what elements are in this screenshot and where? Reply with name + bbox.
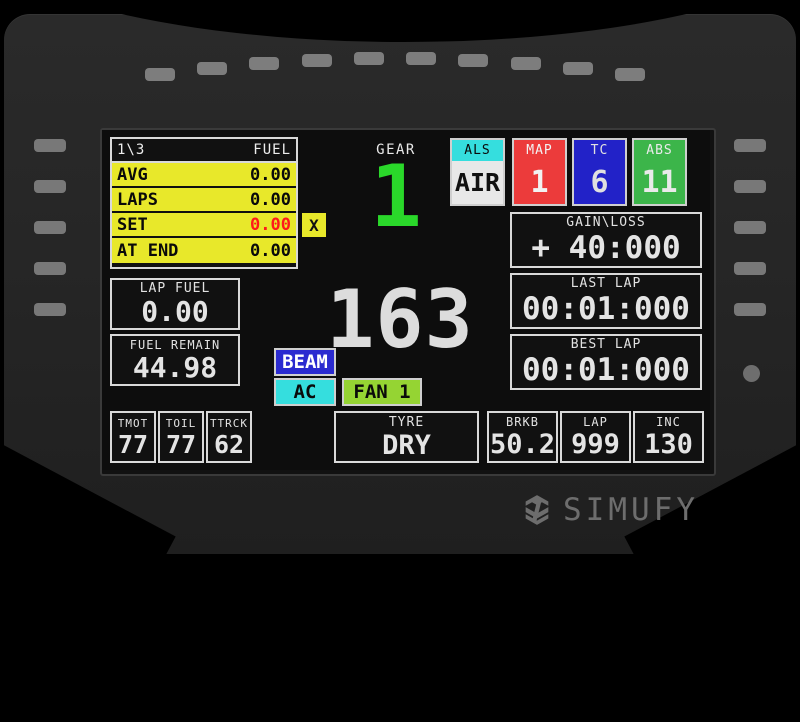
fuel-row-value: 0.00 <box>250 214 291 235</box>
timing-panel-value: + 40:000 <box>531 230 681 266</box>
right-button-1[interactable] <box>734 139 766 152</box>
bottom-panel-value: 50.2 <box>489 429 556 460</box>
dash-screen: 1\3 FUEL AVG 0.00 LAPS 0.00 SET 0.00 AT END 0.0… <box>102 130 710 470</box>
timing-panel-label: GAIN\LOSS <box>566 215 646 230</box>
brand-name: SIMUFY <box>563 492 699 528</box>
mode-box-tc[interactable]: TC 6 <box>572 138 627 206</box>
left-button-2[interactable] <box>34 180 66 193</box>
simufy-mark-icon <box>525 495 549 525</box>
fuel-x-marker[interactable]: X <box>302 213 326 237</box>
temp-panel-tmot[interactable]: TMOT 77 <box>110 411 156 463</box>
fuel-remain-panel[interactable]: FUEL REMAIN 44.98 <box>110 334 240 386</box>
fuel-row[interactable]: AT END 0.00 <box>112 238 296 263</box>
mode-box-label: MAP <box>514 140 565 161</box>
mode-box-value: 1 <box>514 161 565 204</box>
fuel-panel-header: 1\3 FUEL <box>112 139 296 163</box>
tyre-value: DRY <box>382 429 431 461</box>
timing-panel-1[interactable]: LAST LAP 00:01:000 <box>510 273 702 329</box>
bottom-panel-value: 999 <box>571 429 620 460</box>
temp-panel-label: TMOT <box>117 416 149 430</box>
temp-panel-ttrck[interactable]: TTRCK 62 <box>206 411 252 463</box>
brand-logo: SIMUFY <box>520 492 699 528</box>
fuel-row[interactable]: AVG 0.00 <box>112 163 296 188</box>
fuel-page-indicator: 1\3 <box>117 142 146 158</box>
fuel-row-value: 0.00 <box>250 164 291 185</box>
left-button-5[interactable] <box>34 303 66 316</box>
bottom-panel-lap[interactable]: LAP 999 <box>560 411 631 463</box>
tyre-label: TYRE <box>388 414 425 430</box>
fuel-row-label: LAPS <box>117 189 158 210</box>
mode-box-map[interactable]: MAP 1 <box>512 138 567 206</box>
fuel-row-value: 0.00 <box>250 189 291 210</box>
mode-box-label: ALS <box>452 140 503 161</box>
fuel-row-label: AT END <box>117 240 179 261</box>
ac-toggle[interactable]: AC <box>274 378 336 406</box>
bottom-panel-label: INC <box>656 415 681 429</box>
bottom-panel-label: BRKB <box>506 415 539 429</box>
timing-panel-label: LAST LAP <box>570 276 642 291</box>
right-button-2[interactable] <box>734 180 766 193</box>
fuel-row-value: 0.00 <box>250 240 291 261</box>
timing-panel-label: BEST LAP <box>570 337 642 352</box>
fuel-remain-label: FUEL REMAIN <box>129 337 221 352</box>
fuel-row-label: SET <box>117 214 148 235</box>
left-button-4[interactable] <box>34 262 66 275</box>
right-button-4[interactable] <box>734 262 766 275</box>
lap-fuel-panel[interactable]: LAP FUEL 0.00 <box>110 278 240 330</box>
lap-fuel-label: LAP FUEL <box>139 281 211 296</box>
fuel-row[interactable]: LAPS 0.00 <box>112 188 296 213</box>
left-button-1[interactable] <box>34 139 66 152</box>
temp-panel-value: 62 <box>213 429 245 459</box>
left-button-3[interactable] <box>34 221 66 234</box>
lap-fuel-value: 0.00 <box>141 295 209 328</box>
temp-panel-label: TTRCK <box>209 416 249 430</box>
mode-box-label: ABS <box>634 140 685 161</box>
rotary-knob[interactable] <box>743 365 760 382</box>
fuel-panel-title: FUEL <box>253 142 291 158</box>
tyre-panel[interactable]: TYRE DRY <box>334 411 479 463</box>
gear-value: 1 <box>370 147 422 247</box>
beam-toggle[interactable]: BEAM <box>274 348 336 376</box>
right-button-3[interactable] <box>734 221 766 234</box>
fuel-row-label: AVG <box>117 164 148 185</box>
temp-panel-toil[interactable]: TOIL 77 <box>158 411 204 463</box>
timing-panel-value: 00:01:000 <box>522 291 690 327</box>
mode-box-value: 11 <box>634 161 685 204</box>
temp-panel-value: 77 <box>165 429 197 459</box>
temp-panel-value: 77 <box>117 429 149 459</box>
fuel-row[interactable]: SET 0.00 <box>112 213 296 238</box>
chassis-top-bevel <box>0 0 800 42</box>
temp-panel-label: TOIL <box>165 416 197 430</box>
mode-box-value: AIR <box>452 161 503 204</box>
timing-panel-value: 00:01:000 <box>522 352 690 388</box>
bottom-panel-inc[interactable]: INC 130 <box>633 411 704 463</box>
fuel-panel[interactable]: 1\3 FUEL AVG 0.00 LAPS 0.00 SET 0.00 AT END 0.0… <box>110 137 298 269</box>
fan-toggle[interactable]: FAN 1 <box>342 378 422 406</box>
right-button-5[interactable] <box>734 303 766 316</box>
bottom-panel-label: LAP <box>583 415 608 429</box>
mode-box-als[interactable]: ALS AIR <box>450 138 505 206</box>
mode-box-abs[interactable]: ABS 11 <box>632 138 687 206</box>
fuel-row-list: AVG 0.00 LAPS 0.00 SET 0.00 AT END 0.00 <box>112 163 296 263</box>
bottom-panel-brkb[interactable]: BRKB 50.2 <box>487 411 558 463</box>
mode-box-label: TC <box>574 140 625 161</box>
fuel-remain-value: 44.98 <box>132 350 218 384</box>
mode-box-value: 6 <box>574 161 625 204</box>
bottom-panel-value: 130 <box>644 429 693 460</box>
timing-panel-2[interactable]: BEST LAP 00:01:000 <box>510 334 702 390</box>
timing-panel-0[interactable]: GAIN\LOSS + 40:000 <box>510 212 702 268</box>
